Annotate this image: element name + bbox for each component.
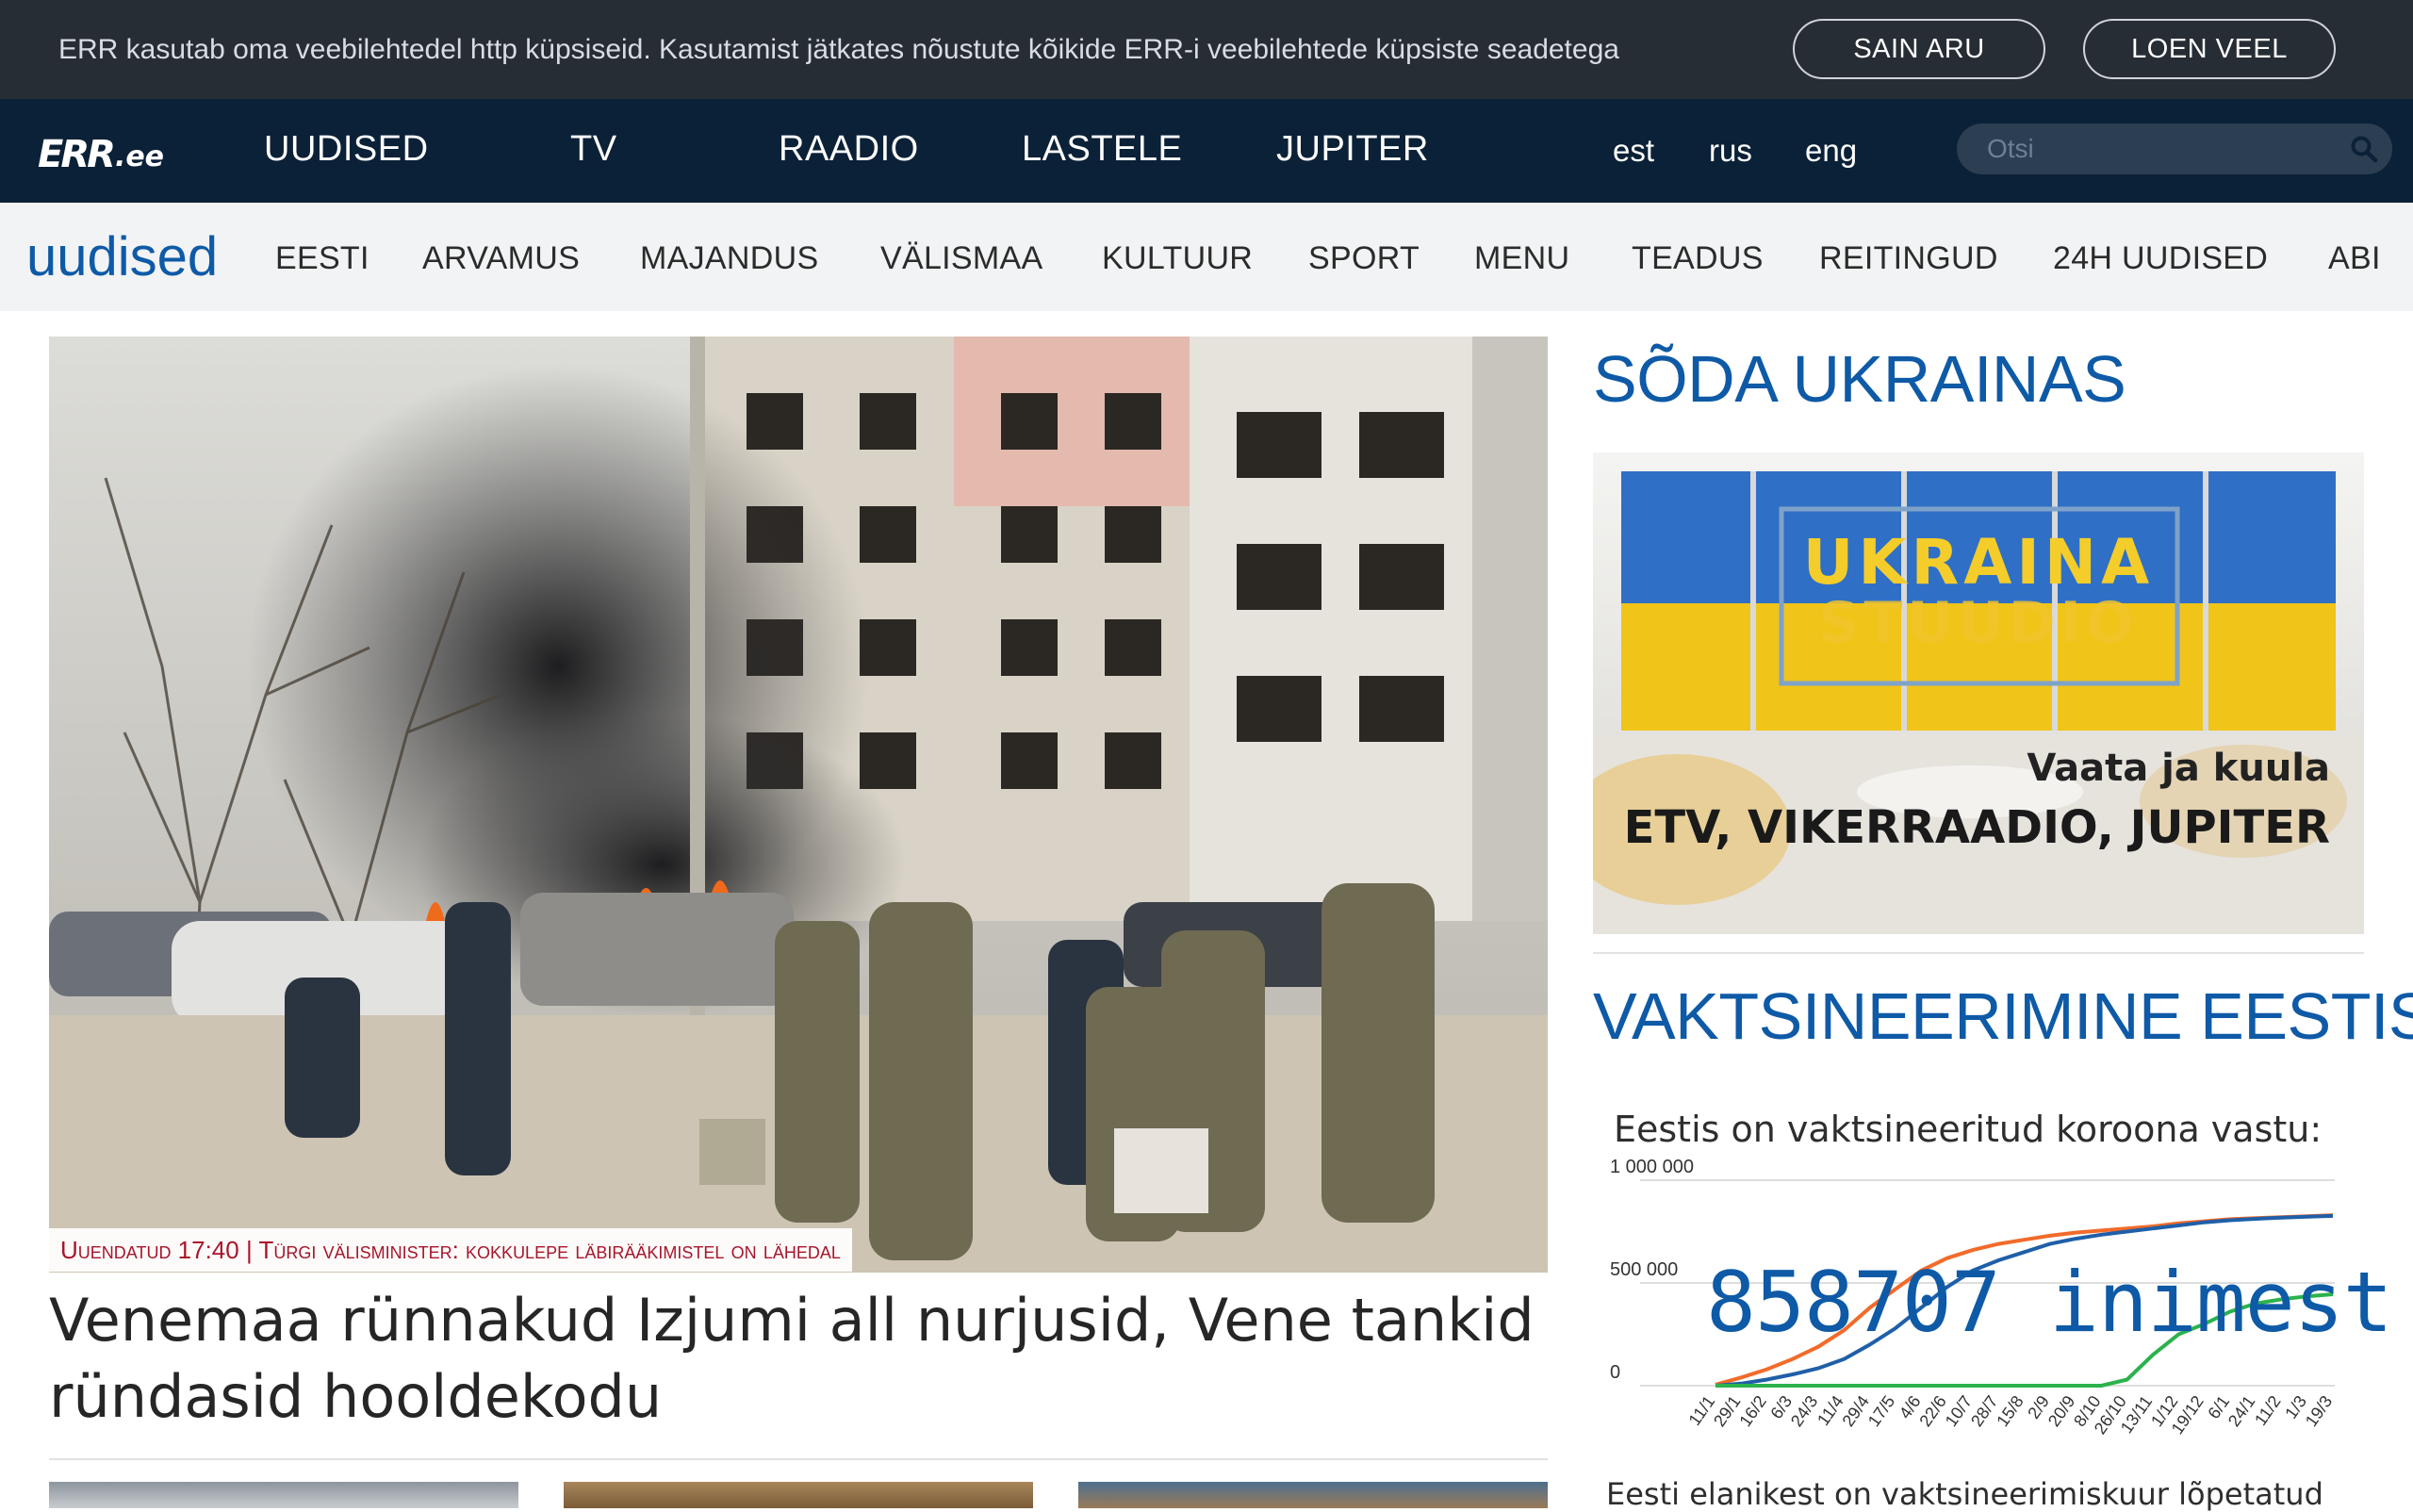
hero-image[interactable] [49, 337, 1548, 1273]
chart-x-tick-label: 17/5 [1864, 1392, 1898, 1430]
chart-x-tick-label: 20/9 [2044, 1392, 2078, 1430]
banner-channels: ETV, VIKERRAADIO, JUPITER [1623, 801, 2330, 854]
search-box [1957, 123, 2392, 174]
ukraina-stuudio-banner[interactable]: UKRAINA STUUDIO Vaata ja kuula ETV, VIKE… [1593, 452, 2364, 934]
subnav-item-reitingud[interactable]: REITINGUD [1819, 240, 1998, 277]
logo-domain: .ee [114, 140, 165, 173]
chart-x-tick-label: 29/1 [1710, 1392, 1744, 1430]
hero-caption[interactable]: Uuendatud 17:40 | Türgi välisminister: k… [49, 1228, 852, 1272]
story-thumbnail[interactable] [49, 1482, 518, 1508]
err-logo[interactable]: ERR .ee [38, 132, 164, 173]
search-input[interactable] [1985, 123, 2334, 174]
chart-x-tick-label: 11/4 [1814, 1392, 1847, 1429]
story-thumbnail[interactable] [1078, 1482, 1548, 1508]
subnav-item-majandus[interactable]: MAJANDUS [640, 240, 818, 277]
lang-est[interactable]: est [1613, 133, 1654, 169]
subnav-item-sport[interactable]: SPORT [1308, 240, 1420, 277]
topnav-item-uudised[interactable]: UUDISED [264, 129, 429, 170]
subnav-item-valismaa[interactable]: VÄLISMAA [880, 240, 1042, 277]
search-icon[interactable] [2349, 134, 2379, 164]
story-thumbnail[interactable] [564, 1482, 1033, 1508]
vaccine-footer: Eesti elanikest on vaktsineerimiskuur lõ… [1606, 1476, 2323, 1512]
section-divider [49, 1458, 1548, 1460]
section-brand[interactable]: uudised [26, 225, 218, 288]
lang-rus[interactable]: rus [1709, 133, 1752, 169]
topnav-item-lastele[interactable]: LASTELE [1022, 129, 1182, 170]
subnav-item-teadus[interactable]: TEADUS [1632, 240, 1764, 277]
vaccine-heading[interactable]: VAKTSINEERIMINE EESTIS [1593, 978, 2413, 1054]
cookie-accept-button[interactable]: SAIN ARU [1793, 19, 2045, 79]
chart-y-tick-label: 1 000 000 [1610, 1159, 1694, 1177]
chart-y-tick-label: 0 [1610, 1362, 1620, 1383]
topnav-item-tv[interactable]: TV [570, 129, 617, 170]
chart-x-tick-label: 11/2 [2251, 1392, 2285, 1429]
hero-headline[interactable]: Venemaa rünnakud Izjumi all nurjusid, Ve… [49, 1282, 1548, 1435]
subnav-item-menu[interactable]: MENU [1474, 240, 1569, 277]
chart-x-tick-label: 28/7 [1967, 1392, 2001, 1430]
chart-x-tick-label: 16/2 [1735, 1392, 1769, 1430]
chart-x-tick-label: 22/6 [1915, 1392, 1949, 1430]
chart-x-tick-label: 10/7 [1942, 1392, 1976, 1430]
subnav-item-arvamus[interactable]: ARVAMUS [422, 240, 580, 277]
cookie-message: ERR kasutab oma veebilehtedel http küpsi… [58, 34, 1619, 65]
banner-subtitle: STUUDIO [1818, 590, 2139, 656]
cookie-more-button[interactable]: LOEN VEEL [2083, 19, 2336, 79]
chart-x-tick-label: 24/3 [1787, 1392, 1821, 1430]
vaccine-subtitle: Eestis on vaktsineeritud koroona vastu: [1614, 1109, 2323, 1150]
subnav-item-eesti[interactable]: EESTI [275, 240, 369, 277]
subnav-item-24h-uudised[interactable]: 24H UUDISED [2053, 240, 2268, 277]
topnav-item-jupiter[interactable]: JUPITER [1276, 129, 1429, 170]
war-heading[interactable]: SÕDA UKRAINAS [1593, 341, 2126, 417]
chart-x-tick-label: 11/1 [1685, 1392, 1719, 1429]
lang-eng[interactable]: eng [1805, 133, 1857, 169]
topnav-item-raadio[interactable]: RAADIO [779, 129, 919, 170]
chart-x-tick-label: 29/4 [1839, 1392, 1873, 1430]
banner-title: UKRAINA [1802, 526, 2155, 599]
chart-x-tick-label: 15/8 [1993, 1392, 2027, 1430]
section-navigation: uudised EESTI ARVAMUS MAJANDUS VÄLISMAA … [0, 203, 2413, 311]
banner-tagline: Vaata ja kuula [2027, 747, 2330, 790]
logo-mark: ERR [38, 133, 116, 176]
chart-x-tick-label: 19/3 [2302, 1392, 2336, 1430]
subnav-item-kultuur[interactable]: KULTUUR [1102, 240, 1253, 277]
sidebar-divider [1593, 952, 2364, 954]
cookie-banner: ERR kasutab oma veebilehtedel http küpsi… [0, 0, 2413, 99]
top-navigation: ERR .ee UUDISED TV RAADIO LASTELE JUPITE… [0, 99, 2413, 203]
banner-graphic [1593, 452, 2364, 934]
hero-photo [49, 337, 1548, 1273]
chart-x-tick-label: 24/1 [2224, 1392, 2258, 1430]
chart-y-tick-label: 500 000 [1610, 1259, 1678, 1280]
vaccine-count: 858707 inimest [1706, 1254, 2393, 1351]
subnav-item-abi[interactable]: ABI [2328, 240, 2381, 277]
